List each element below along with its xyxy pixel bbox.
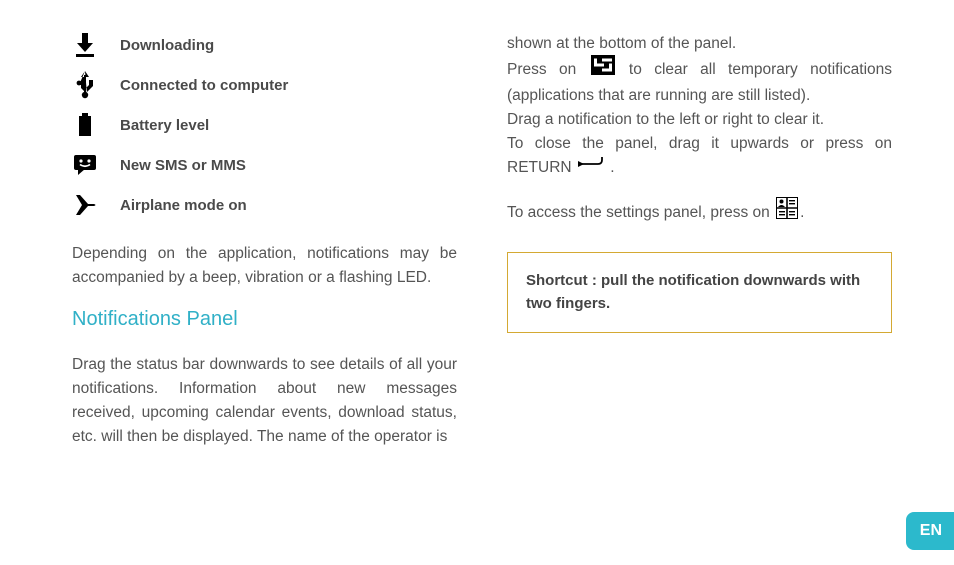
- settings-panel-icon: [776, 197, 798, 227]
- icon-label: New SMS or MMS: [120, 157, 246, 174]
- text: Press on: [507, 61, 589, 78]
- text: .: [800, 204, 804, 221]
- return-icon: [578, 155, 604, 179]
- tip-text: Shortcut : pull the notification downwar…: [526, 272, 860, 312]
- airplane-icon: [72, 192, 98, 218]
- right-column: shown at the bottom of the panel. Press …: [507, 32, 892, 467]
- list-item: Airplane mode on: [72, 192, 457, 218]
- left-column: Downloading Connected to computer: [72, 32, 457, 467]
- list-item: New SMS or MMS: [72, 152, 457, 178]
- icon-label: Connected to computer: [120, 77, 288, 94]
- text: To close the panel, drag it upwards or p…: [507, 135, 892, 176]
- text: Drag a notification to the left or right…: [507, 111, 824, 128]
- text: To access the settings panel, press on: [507, 204, 774, 221]
- shortcut-tip-box: Shortcut : pull the notification downwar…: [507, 252, 892, 333]
- paragraph: Drag the status bar downwards to see det…: [72, 353, 457, 449]
- list-item: Battery level: [72, 112, 457, 138]
- page-content: Downloading Connected to computer: [0, 0, 954, 497]
- sms-icon: [72, 152, 98, 178]
- icon-label: Downloading: [120, 37, 214, 54]
- list-item: Connected to computer: [72, 72, 457, 98]
- download-icon: [72, 32, 98, 58]
- usb-icon: [72, 72, 98, 98]
- text: shown at the bottom of the panel.: [507, 35, 736, 52]
- paragraph: Depending on the application, notificati…: [72, 242, 457, 290]
- text: .: [606, 159, 615, 176]
- icon-label: Battery level: [120, 117, 209, 134]
- clear-notifications-icon: [591, 55, 615, 83]
- status-icon-list: Downloading Connected to computer: [72, 32, 457, 218]
- paragraph: To access the settings panel, press on .: [507, 198, 892, 228]
- icon-label: Airplane mode on: [120, 197, 247, 214]
- battery-icon: [72, 112, 98, 138]
- language-tab[interactable]: EN: [906, 512, 954, 550]
- section-heading: Notifications Panel: [72, 308, 457, 331]
- list-item: Downloading: [72, 32, 457, 58]
- language-label: EN: [920, 522, 942, 539]
- paragraph: shown at the bottom of the panel. Press …: [507, 32, 892, 180]
